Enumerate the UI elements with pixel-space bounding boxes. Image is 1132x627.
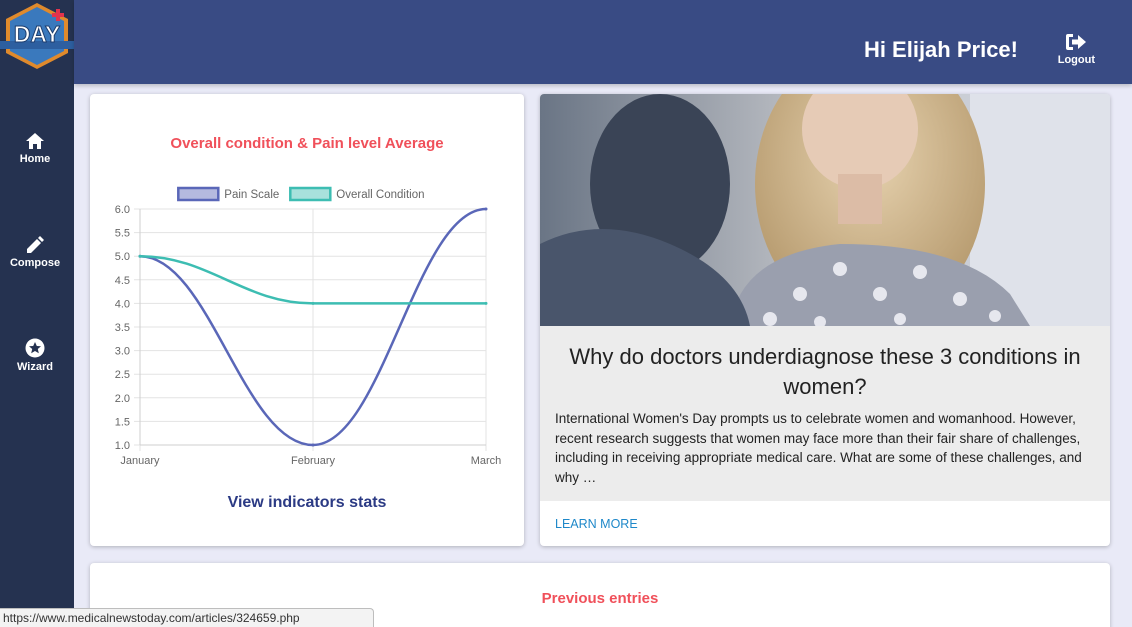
x-tick-label: February — [291, 455, 336, 467]
y-tick-label: 1.0 — [115, 440, 130, 452]
y-tick-label: 4.0 — [115, 298, 130, 310]
y-tick-label: 3.0 — [115, 346, 130, 358]
sidebar-item-wizard[interactable]: Wizard — [0, 338, 70, 373]
legend-label: Pain Scale — [224, 189, 279, 201]
view-indicators-stats-link[interactable]: View indicators stats — [90, 494, 524, 512]
data-point — [311, 443, 315, 447]
y-tick-label: 6.0 — [115, 204, 130, 216]
article-title[interactable]: Why do doctors underdiagnose these 3 con… — [550, 342, 1100, 402]
legend-swatch — [289, 186, 332, 202]
sidebar-item-label: Home — [19, 153, 51, 165]
logout-icon — [1066, 34, 1087, 50]
sidebar-item-home[interactable]: Home — [0, 132, 70, 165]
line-chart: 6.0 5.5 5.0 4.5 4.0 3.5 3.0 2.5 2.0 1.5 1.0 January… — [115, 186, 502, 467]
y-tick-label: 5.0 — [115, 251, 130, 263]
y-tick-label: 5.5 — [115, 228, 130, 240]
home-icon — [26, 133, 44, 149]
article-body: Why do doctors underdiagnose these 3 con… — [540, 326, 1110, 501]
sidebar-item-compose[interactable]: Compose — [0, 235, 70, 269]
data-point — [138, 254, 142, 258]
y-tick-label: 4.5 — [115, 275, 130, 287]
data-point — [484, 207, 488, 211]
legend-label: Overall Condition — [336, 189, 424, 201]
article-image[interactable] — [540, 94, 1110, 326]
user-greeting: Hi Elijah Price! — [863, 37, 1018, 62]
y-tick-label: 2.0 — [115, 393, 130, 405]
chart-card: Overall condition & Pain level Average 6… — [90, 94, 524, 546]
y-tick-label: 2.5 — [115, 369, 130, 381]
article-card[interactable]: Why do doctors underdiagnose these 3 con… — [540, 94, 1110, 546]
article-excerpt: International Women's Day prompts us to … — [555, 411, 1082, 485]
previous-entries-title: Previous entries — [541, 590, 659, 607]
browser-status-url: https://www.medicalnewstoday.com/article… — [0, 608, 374, 627]
top-header: Hi Elijah Price! Logout — [74, 0, 1132, 84]
app-logo[interactable]: DAY — [0, 0, 74, 72]
y-tick-label: 3.5 — [115, 322, 130, 334]
star-circle-icon — [25, 338, 45, 358]
logout-label: Logout — [1057, 54, 1095, 66]
data-point — [311, 301, 315, 305]
logo-text: DAY — [14, 21, 60, 47]
legend-swatch — [177, 186, 220, 202]
sidebar-item-label: Compose — [9, 257, 61, 269]
y-tick-label: 1.5 — [115, 416, 130, 428]
sidebar: DAY Home Compose Wizard — [0, 0, 74, 627]
learn-more-button[interactable]: LEARN MORE — [555, 517, 638, 531]
x-tick-label: January — [120, 455, 160, 467]
x-tick-label: March — [471, 455, 502, 467]
data-point — [484, 301, 488, 305]
pencil-icon — [27, 236, 44, 253]
sidebar-item-label: Wizard — [17, 361, 53, 373]
logout-button[interactable]: Logout — [1058, 33, 1095, 66]
